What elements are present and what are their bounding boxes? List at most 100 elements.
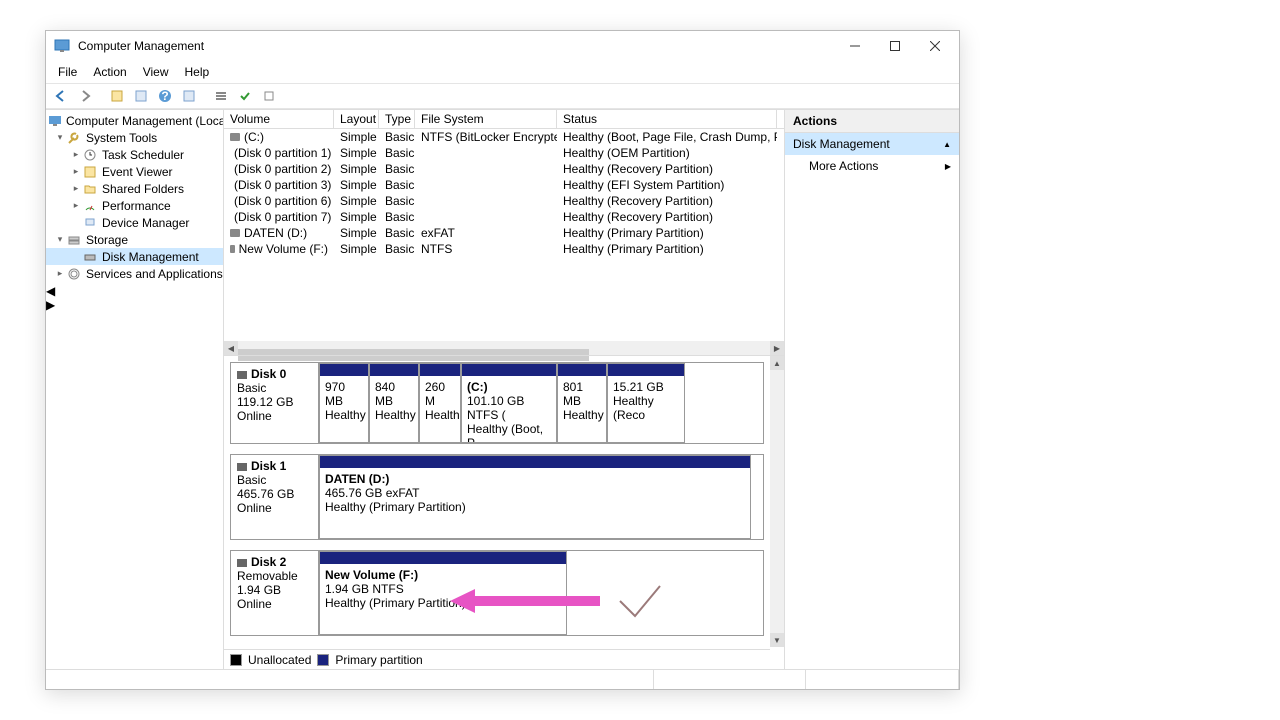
nav-tree[interactable]: Computer Management (Local ▾ System Tool… [46,110,223,284]
actions-selected[interactable]: Disk Management ▲ [785,133,959,155]
table-cell: Basic [379,130,415,144]
scroll-right-icon[interactable]: ▶ [770,341,784,355]
cell-text: NTFS [421,242,452,256]
properties-icon[interactable] [130,85,152,107]
volume-icon [230,229,240,237]
chevron-down-icon[interactable]: ▾ [54,234,66,245]
chevron-right-icon[interactable]: ▸ [54,268,66,279]
volume-row[interactable]: (Disk 0 partition 7)SimpleBasicHealthy (… [224,209,784,225]
scroll-left-icon[interactable]: ◀ [46,284,223,298]
cell-text: Basic [385,162,414,176]
menu-help[interactable]: Help [177,63,218,81]
partition-status: Healthy (Primary Partition) [325,500,745,514]
cell-text: Basic [385,226,414,240]
action-icon[interactable] [178,85,200,107]
partition[interactable]: DATEN (D:)465.76 GB exFATHealthy (Primar… [319,455,751,539]
column-header[interactable]: Layout [334,110,379,128]
partition[interactable]: 970 MBHealthy [319,363,369,443]
disk[interactable]: Disk 2Removable1.94 GBOnlineNew Volume (… [230,550,764,636]
cell-text: Basic [385,178,414,192]
menu-view[interactable]: View [135,63,177,81]
help-icon[interactable]: ? [154,85,176,107]
folder-icon [82,181,98,197]
refresh-icon[interactable] [106,85,128,107]
table-cell: Simple [334,194,379,208]
volume-row[interactable]: (Disk 0 partition 2)SimpleBasicHealthy (… [224,161,784,177]
column-header[interactable]: Volume [224,110,334,128]
partition[interactable]: (C:)101.10 GB NTFS (Healthy (Boot, P [461,363,557,443]
tree-disk-management[interactable]: Disk Management [46,248,223,265]
disk-graphical-pane: Disk 0Basic119.12 GBOnline970 MBHealthy8… [224,355,784,669]
volume-row[interactable]: New Volume (F:)SimpleBasicNTFSHealthy (P… [224,241,784,257]
tree-item-label: System Tools [86,131,157,145]
toolbar: ? [46,83,959,109]
menubar: File Action View Help [46,61,959,83]
cell-text: (Disk 0 partition 3) [234,178,331,192]
cell-text: Simple [340,162,377,176]
chevron-right-icon[interactable]: ▸ [70,183,82,194]
partition-title: (C:) [467,380,551,394]
tree-task-scheduler[interactable]: ▸Task Scheduler [46,146,223,163]
table-cell: Healthy (Recovery Partition) [557,162,777,176]
partition-size: 840 MB [375,380,413,408]
scroll-left-icon[interactable]: ◀ [224,341,238,355]
status-cell [806,670,959,689]
close-button[interactable] [915,32,955,60]
minimize-button[interactable] [835,32,875,60]
titlebar[interactable]: Computer Management [46,31,959,61]
volume-row[interactable]: (C:)SimpleBasicNTFS (BitLocker Encrypted… [224,129,784,145]
table-cell: Simple [334,242,379,256]
settings-icon[interactable] [258,85,280,107]
tree-event-viewer[interactable]: ▸Event Viewer [46,163,223,180]
menu-file[interactable]: File [50,63,85,81]
cell-text: Healthy (Recovery Partition) [563,194,713,208]
table-cell: Simple [334,178,379,192]
tree-services[interactable]: ▸Services and Applications [46,265,223,282]
disk-info: Disk 0Basic119.12 GBOnline [231,363,319,443]
list-icon[interactable] [210,85,232,107]
tree-system-tools[interactable]: ▾ System Tools [46,129,223,146]
volume-row[interactable]: (Disk 0 partition 6)SimpleBasicHealthy (… [224,193,784,209]
partition[interactable]: New Volume (F:)1.94 GB NTFSHealthy (Prim… [319,551,567,635]
tree-performance[interactable]: ▸Performance [46,197,223,214]
partition[interactable]: 15.21 GBHealthy (Reco [607,363,685,443]
disk[interactable]: Disk 1Basic465.76 GBOnlineDATEN (D:)465.… [230,454,764,540]
tree-storage[interactable]: ▾Storage [46,231,223,248]
partition-title: New Volume (F:) [325,568,561,582]
volume-row[interactable]: (Disk 0 partition 1)SimpleBasicHealthy (… [224,145,784,161]
column-header[interactable]: Type [379,110,415,128]
back-button[interactable] [50,85,72,107]
column-header[interactable]: Status [557,110,777,128]
check-icon[interactable] [234,85,256,107]
volume-row[interactable]: (Disk 0 partition 3)SimpleBasicHealthy (… [224,177,784,193]
volume-hscrollbar[interactable]: ◀▶ [224,341,784,355]
disk-icon [237,559,247,567]
scroll-right-icon[interactable]: ▶ [46,298,223,312]
disk-vscrollbar[interactable]: ▲▼ [770,356,784,647]
scroll-down-icon[interactable]: ▼ [770,633,784,647]
scroll-track[interactable] [770,370,784,633]
scroll-up-icon[interactable]: ▲ [770,356,784,370]
tree-shared-folders[interactable]: ▸Shared Folders [46,180,223,197]
tree-device-manager[interactable]: Device Manager [46,214,223,231]
table-cell: NTFS [415,242,557,256]
maximize-button[interactable] [875,32,915,60]
chevron-down-icon[interactable]: ▾ [54,132,66,143]
forward-button[interactable] [74,85,96,107]
partition[interactable]: 260 MHealth [419,363,461,443]
chevron-right-icon[interactable]: ▸ [70,149,82,160]
column-header[interactable]: File System [415,110,557,128]
volume-list-rows[interactable]: (C:)SimpleBasicNTFS (BitLocker Encrypted… [224,129,784,341]
partition[interactable]: 801 MBHealthy [557,363,607,443]
chevron-right-icon[interactable]: ▸ [70,200,82,211]
disk[interactable]: Disk 0Basic119.12 GBOnline970 MBHealthy8… [230,362,764,444]
tree-root[interactable]: Computer Management (Local [46,112,223,129]
tree-hscrollbar[interactable]: ◀▶ [46,284,223,312]
table-cell: Simple [334,146,379,160]
partition[interactable]: 840 MBHealthy [369,363,419,443]
menu-action[interactable]: Action [85,63,134,81]
actions-more[interactable]: More Actions ▶ [785,155,959,177]
chevron-right-icon[interactable]: ▸ [70,166,82,177]
tree-item-label: Device Manager [102,216,189,230]
volume-row[interactable]: DATEN (D:)SimpleBasicexFATHealthy (Prima… [224,225,784,241]
